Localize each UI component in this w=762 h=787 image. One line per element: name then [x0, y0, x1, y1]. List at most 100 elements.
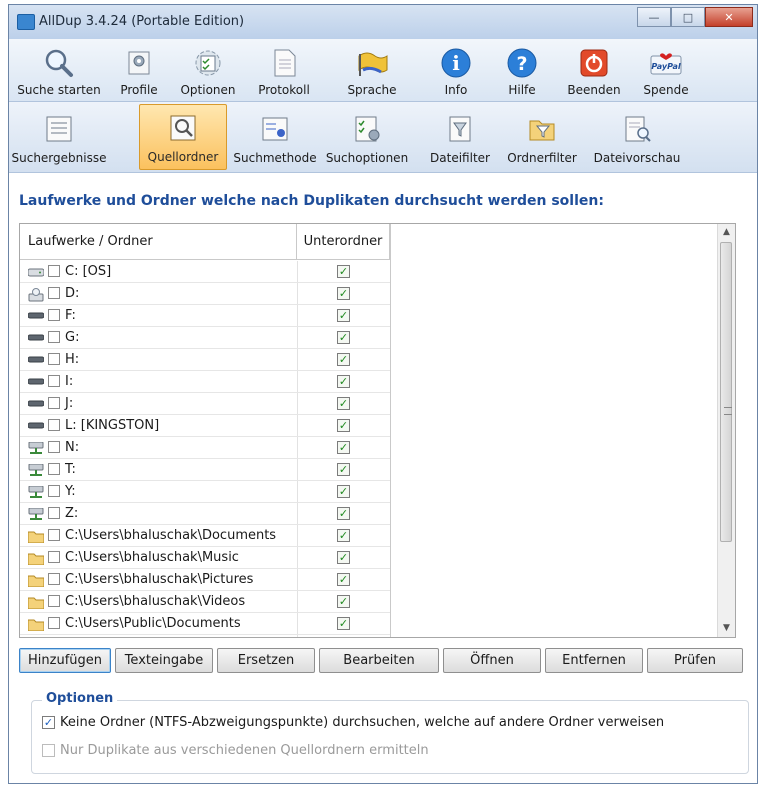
edit-button[interactable]: Bearbeiten — [319, 648, 439, 673]
add-button[interactable]: Hinzufügen — [19, 648, 111, 673]
row-checkbox[interactable] — [48, 353, 60, 365]
options-icon — [191, 46, 225, 80]
subfolders-checkbox[interactable]: ✓ — [337, 485, 350, 498]
folder-row[interactable]: Z: ✓ — [20, 503, 390, 525]
folder-list[interactable]: Laufwerke / Ordner Unterordner C: [OS] ✓ D… — [19, 223, 736, 638]
folder-row[interactable]: C:\Users\Public\Documents ✓ — [20, 613, 390, 635]
option-different-sources-checkbox — [42, 744, 55, 757]
options-button[interactable]: Optionen — [173, 39, 243, 101]
subfolders-checkbox[interactable]: ✓ — [337, 331, 350, 344]
row-checkbox[interactable] — [48, 419, 60, 431]
subfolders-checkbox[interactable]: ✓ — [337, 397, 350, 410]
row-checkbox[interactable] — [48, 375, 60, 387]
row-checkbox[interactable] — [48, 265, 60, 277]
subfolders-checkbox[interactable]: ✓ — [337, 375, 350, 388]
subfolders-checkbox[interactable]: ✓ — [337, 507, 350, 520]
folder-row[interactable]: C: [OS] ✓ — [20, 261, 390, 283]
folder-row[interactable]: Y: ✓ — [20, 481, 390, 503]
tab-source-folders[interactable]: Quellordner — [139, 104, 227, 170]
folder-row[interactable]: G: ✓ — [20, 327, 390, 349]
row-checkbox[interactable] — [48, 287, 60, 299]
folder-path: N: — [65, 440, 80, 455]
subfolders-checkbox[interactable]: ✓ — [337, 573, 350, 586]
search-method-icon — [259, 113, 291, 145]
folder-icon — [27, 530, 45, 544]
scroll-down-arrow[interactable]: ▼ — [718, 620, 735, 637]
tab-search-method[interactable]: Suchmethode — [229, 104, 321, 170]
row-checkbox[interactable] — [48, 551, 60, 563]
subfolders-checkbox[interactable]: ✓ — [337, 595, 350, 608]
open-button[interactable]: Öffnen — [443, 648, 541, 673]
app-icon — [17, 14, 35, 30]
scroll-up-arrow[interactable]: ▲ — [718, 224, 735, 241]
folder-row[interactable]: C:\Users\bhaluschak\Documents ✓ — [20, 525, 390, 547]
help-icon: ? — [505, 46, 539, 80]
folder-row[interactable]: J: ✓ — [20, 393, 390, 415]
folder-row[interactable]: L: [KINGSTON] ✓ — [20, 415, 390, 437]
column-header-drives[interactable]: Laufwerke / Ordner — [20, 224, 297, 260]
minimize-button[interactable]: — — [637, 7, 671, 27]
removable-drive-icon — [27, 376, 45, 388]
tab-file-preview[interactable]: Dateivorschau — [589, 104, 685, 170]
folder-row[interactable]: C:\Users\bhaluschak\Videos ✓ — [20, 591, 390, 613]
row-checkbox[interactable] — [48, 397, 60, 409]
check-button[interactable]: Prüfen — [647, 648, 743, 673]
subfolders-checkbox[interactable]: ✓ — [337, 353, 350, 366]
folder-path: F: — [65, 308, 76, 323]
folder-row[interactable]: D: ✓ — [20, 283, 390, 305]
folder-row[interactable]: H: ✓ — [20, 349, 390, 371]
row-checkbox[interactable] — [48, 573, 60, 585]
subfolders-checkbox[interactable]: ✓ — [337, 419, 350, 432]
title-bar[interactable]: AllDup 3.4.24 (Portable Edition) — □ ✕ — [9, 5, 757, 40]
folder-row[interactable]: C:\Users\bhaluschak\Pictures ✓ — [20, 569, 390, 591]
text-input-button[interactable]: Texteingabe — [115, 648, 213, 673]
scroll-thumb[interactable] — [720, 242, 732, 542]
removable-drive-icon — [27, 310, 45, 322]
file-filter-icon — [444, 113, 476, 145]
subfolders-checkbox[interactable]: ✓ — [337, 287, 350, 300]
subfolders-checkbox[interactable]: ✓ — [337, 463, 350, 476]
column-header-subfolders[interactable]: Unterordner — [297, 224, 390, 260]
folder-row[interactable]: C:\Users\bhaluschak\Music ✓ — [20, 547, 390, 569]
donate-button[interactable]: PayPal Spende — [635, 39, 697, 101]
help-button[interactable]: ? Hilfe — [491, 39, 553, 101]
subfolders-checkbox[interactable]: ✓ — [337, 441, 350, 454]
info-button[interactable]: i Info — [425, 39, 487, 101]
row-checkbox[interactable] — [48, 331, 60, 343]
replace-button[interactable]: Ersetzen — [217, 648, 315, 673]
log-button[interactable]: Protokoll — [247, 39, 321, 101]
scroll-grip — [724, 407, 732, 415]
tab-folder-filter[interactable]: Ordnerfilter — [499, 104, 585, 170]
tab-search-results[interactable]: Suchergebnisse — [11, 104, 107, 170]
folder-row[interactable]: I: ✓ — [20, 371, 390, 393]
vertical-scrollbar[interactable]: ▲ ▼ — [717, 224, 735, 637]
subfolders-checkbox[interactable]: ✓ — [337, 265, 350, 278]
start-search-button[interactable]: Suche starten — [13, 39, 105, 101]
profile-button[interactable]: Profile — [109, 39, 169, 101]
removable-drive-icon — [27, 332, 45, 344]
maximize-button[interactable]: □ — [671, 7, 705, 27]
folder-row[interactable]: T: ✓ — [20, 459, 390, 481]
tab-search-options[interactable]: Suchoptionen — [321, 104, 413, 170]
row-checkbox[interactable] — [48, 485, 60, 497]
row-checkbox[interactable] — [48, 463, 60, 475]
subfolders-checkbox[interactable]: ✓ — [337, 309, 350, 322]
row-checkbox[interactable] — [48, 309, 60, 321]
option-no-junctions-checkbox[interactable]: ✓ — [42, 716, 55, 729]
subfolders-checkbox[interactable]: ✓ — [337, 529, 350, 542]
language-button[interactable]: Sprache — [325, 39, 419, 101]
subfolders-checkbox[interactable]: ✓ — [337, 551, 350, 564]
row-checkbox[interactable] — [48, 617, 60, 629]
tab-file-filter[interactable]: Dateifilter — [423, 104, 497, 170]
row-checkbox[interactable] — [48, 507, 60, 519]
exit-button[interactable]: Beenden — [559, 39, 629, 101]
row-checkbox[interactable] — [48, 441, 60, 453]
row-checkbox[interactable] — [48, 595, 60, 607]
folder-row[interactable]: N: ✓ — [20, 437, 390, 459]
remove-button[interactable]: Entfernen — [545, 648, 643, 673]
close-button[interactable]: ✕ — [705, 7, 753, 27]
folder-row[interactable]: F: ✓ — [20, 305, 390, 327]
subfolders-checkbox[interactable]: ✓ — [337, 617, 350, 630]
option-no-junctions[interactable]: ✓ Keine Ordner (NTFS-Abzweigungspunkte) … — [42, 715, 664, 730]
row-checkbox[interactable] — [48, 529, 60, 541]
